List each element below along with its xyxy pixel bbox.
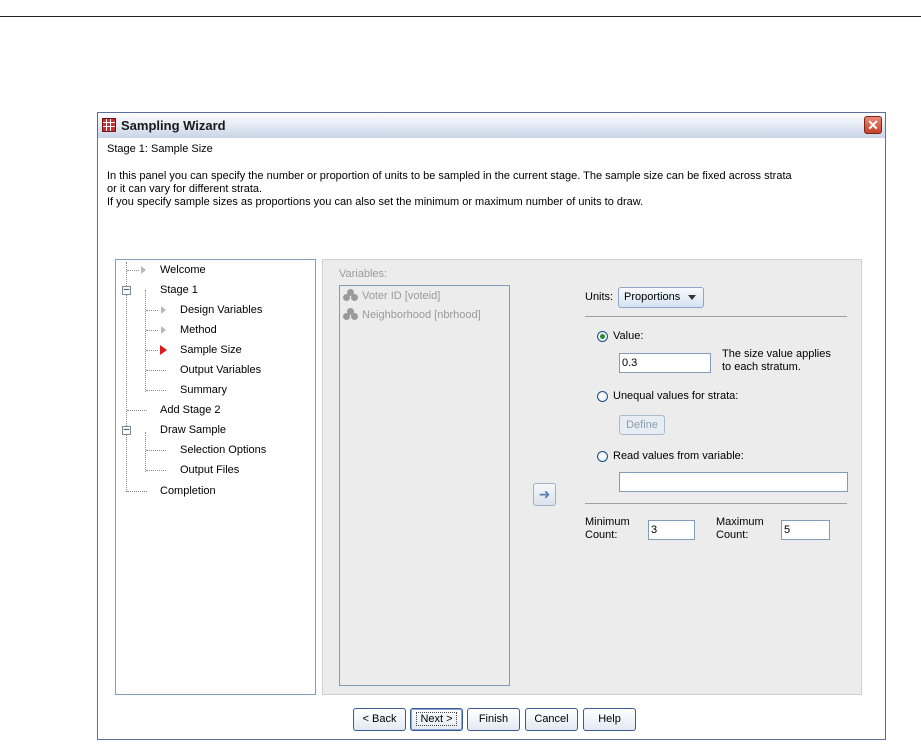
page-top-rule xyxy=(0,16,921,17)
tree-item-output-variables[interactable]: Output Variables xyxy=(180,362,261,378)
move-variable-button[interactable]: ➜ xyxy=(533,483,556,506)
tree-item-stage-1[interactable]: Stage 1 xyxy=(160,282,198,298)
tree-connector xyxy=(146,310,158,311)
step-arrow-icon xyxy=(161,306,166,314)
tree-connector xyxy=(126,262,127,492)
title-bar[interactable]: Sampling Wizard ✕ xyxy=(98,113,885,139)
value-help-text: The size value applies to each stratum. xyxy=(722,348,831,374)
tree-connector xyxy=(146,350,158,351)
tree-connector xyxy=(145,290,146,392)
units-label: Units: xyxy=(585,291,614,303)
dialog-content: Stage 1: Sample Size In this panel you c… xyxy=(98,138,885,739)
variable-item[interactable]: Voter ID [voteid] xyxy=(343,288,440,304)
step-arrow-icon xyxy=(141,266,146,274)
tree-item-welcome[interactable]: Welcome xyxy=(160,262,206,278)
description-line: In this panel you can specify the number… xyxy=(107,170,792,182)
tree-item-method[interactable]: Method xyxy=(180,322,217,338)
maximum-count-input[interactable]: 5 xyxy=(781,520,830,540)
close-button[interactable]: ✕ xyxy=(864,116,882,134)
step-arrow-icon xyxy=(161,326,166,334)
move-arrow-icon: ➜ xyxy=(538,486,551,502)
define-button[interactable]: Define xyxy=(619,415,665,435)
sampling-wizard-dialog: Sampling Wizard ✕ Stage 1: Sample Size I… xyxy=(97,112,886,740)
minimum-count-label-line: Count: xyxy=(585,529,618,541)
minimum-count-input[interactable]: 3 xyxy=(648,520,695,540)
tree-item-output-files[interactable]: Output Files xyxy=(180,462,239,478)
units-dropdown[interactable]: Proportions xyxy=(618,287,704,308)
read-variable-input[interactable] xyxy=(619,472,848,492)
tree-item-design-variables[interactable]: Design Variables xyxy=(180,302,262,318)
chevron-down-icon xyxy=(688,295,696,300)
window-title: Sampling Wizard xyxy=(121,118,226,133)
back-button[interactable]: < Back xyxy=(353,708,406,731)
minimum-count-label-line: Minimum xyxy=(585,516,630,528)
tree-connector xyxy=(146,330,158,331)
variable-item-label: Voter ID [voteid] xyxy=(362,290,441,302)
maximum-count-label-line: Count: xyxy=(716,529,749,541)
maximum-count-label-line: Maximum xyxy=(716,516,764,528)
app-grid-icon xyxy=(102,118,116,132)
collapse-icon[interactable]: – xyxy=(122,285,131,295)
value-radio[interactable] xyxy=(597,331,608,342)
nominal-variable-icon xyxy=(343,308,359,320)
tree-connector xyxy=(146,390,166,391)
tree-item-add-stage-2[interactable]: Add Stage 2 xyxy=(160,402,221,418)
help-button[interactable]: Help xyxy=(583,708,636,731)
description: In this panel you can specify the number… xyxy=(107,170,887,209)
sample-size-panel: Variables: Voter ID [voteid] Neighborhoo… xyxy=(322,259,862,695)
finish-button[interactable]: Finish xyxy=(467,708,520,731)
description-line: or it can vary for different strata. xyxy=(107,183,263,195)
tree-item-sample-size[interactable]: Sample Size xyxy=(180,342,242,358)
maximum-count-label: Maximum Count: xyxy=(716,516,764,542)
variables-list[interactable]: Voter ID [voteid] Neighborhood [nbrhood] xyxy=(339,285,510,686)
section-divider xyxy=(585,503,847,504)
value-radio-label: Value: xyxy=(613,330,644,342)
unequal-values-label: Unequal values for strata: xyxy=(613,390,739,402)
read-from-variable-radio[interactable] xyxy=(597,451,608,462)
collapse-icon[interactable]: – xyxy=(122,425,131,435)
tree-item-selection-options[interactable]: Selection Options xyxy=(180,442,266,458)
variables-label: Variables: xyxy=(339,268,388,280)
value-input[interactable]: 0.3 xyxy=(619,353,711,373)
cancel-button[interactable]: Cancel xyxy=(525,708,578,731)
tree-connector xyxy=(146,470,166,471)
nominal-variable-icon xyxy=(343,289,359,301)
value-help-line: The size value applies xyxy=(722,348,831,360)
wizard-steps-tree: Welcome – Stage 1 Design Variables Metho… xyxy=(115,259,316,695)
tree-connector xyxy=(146,370,166,371)
tree-connector xyxy=(127,491,147,492)
tree-connector xyxy=(145,432,146,472)
next-button[interactable]: Next > xyxy=(410,708,463,731)
description-line: If you specify sample sizes as proportio… xyxy=(107,196,644,208)
units-selected-value: Proportions xyxy=(624,291,681,303)
tree-item-summary[interactable]: Summary xyxy=(180,382,227,398)
tree-connector xyxy=(127,270,139,271)
tree-item-draw-sample[interactable]: Draw Sample xyxy=(160,422,226,438)
variable-item-label: Neighborhood [nbrhood] xyxy=(362,309,481,321)
next-button-label: Next > xyxy=(416,712,457,726)
tree-connector xyxy=(146,450,166,451)
tree-connector xyxy=(127,410,147,411)
minimum-count-label: Minimum Count: xyxy=(585,516,630,542)
read-from-variable-label: Read values from variable: xyxy=(613,450,744,462)
unequal-values-radio[interactable] xyxy=(597,391,608,402)
stage-title: Stage 1: Sample Size xyxy=(107,143,213,155)
value-help-line: to each stratum. xyxy=(722,361,801,373)
current-step-arrow-icon xyxy=(160,345,167,355)
variable-item[interactable]: Neighborhood [nbrhood] xyxy=(343,307,481,323)
tree-item-completion[interactable]: Completion xyxy=(160,483,216,499)
section-divider xyxy=(585,316,847,317)
